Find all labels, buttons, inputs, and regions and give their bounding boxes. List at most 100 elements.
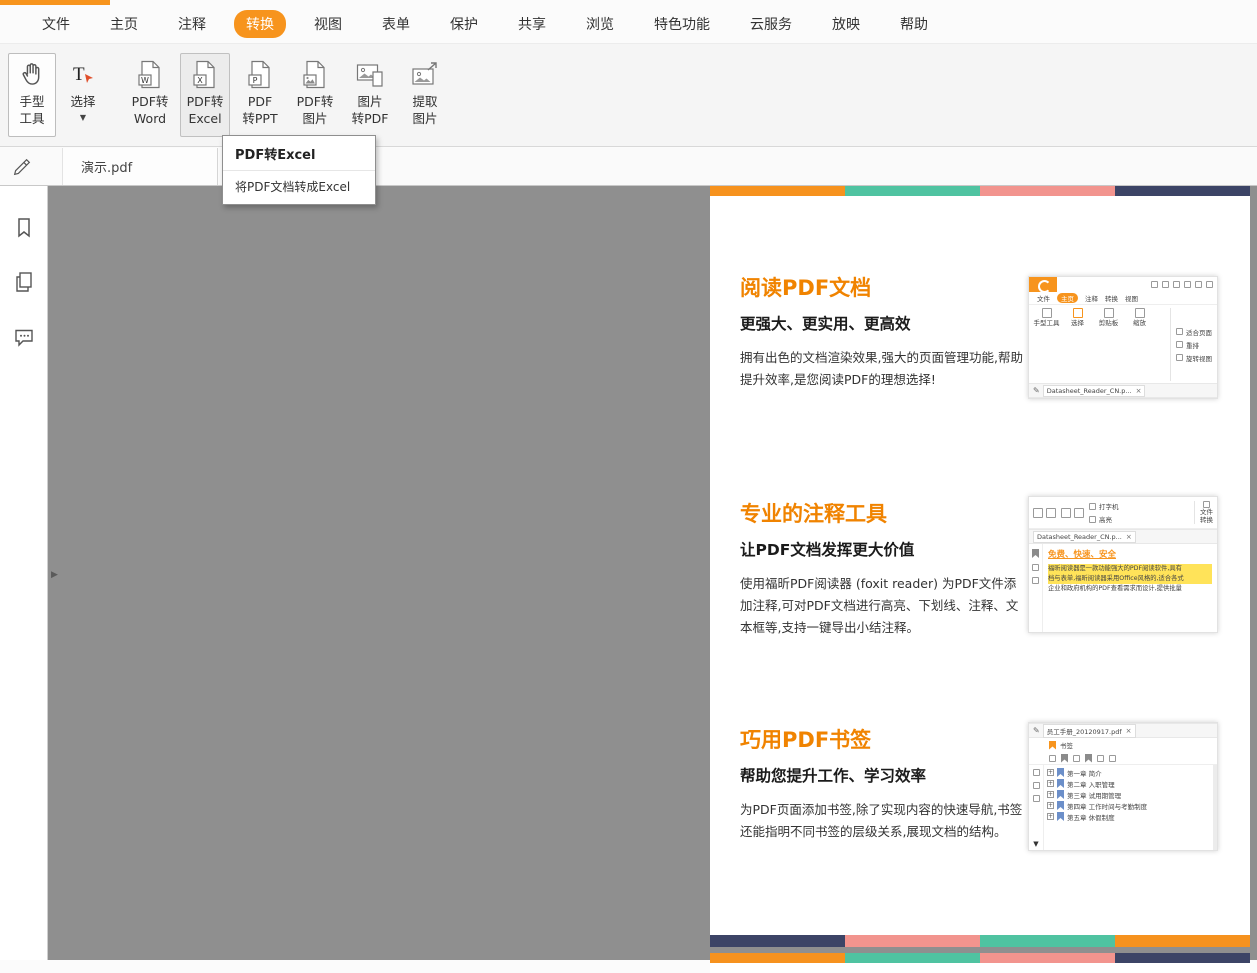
image-to-pdf-button[interactable]: 图片 转PDF — [345, 53, 395, 137]
pdf-to-word-button[interactable]: W PDF转 Word — [125, 53, 175, 137]
svg-text:T: T — [73, 64, 85, 85]
section-heading: 阅读PDF文档 — [740, 274, 1025, 303]
menu-tab-protect[interactable]: 保护 — [438, 10, 490, 38]
hand-icon — [19, 58, 46, 91]
mini-menu-item-active: 主页 — [1057, 293, 1078, 303]
menu-tab-form[interactable]: 表单 — [370, 10, 422, 38]
page-thumbnails-panel-icon[interactable] — [12, 270, 36, 294]
mini-menu-item: 视图 — [1125, 293, 1138, 303]
mini-bookmark-item: 第五章 休假制度 — [1047, 811, 1213, 822]
bookmark-panel-icon[interactable] — [12, 216, 36, 240]
mini-document-tab: Datasheet_Reader_CN.p... × — [1033, 531, 1136, 543]
document-tab-bar: 演示.pdf — [0, 148, 1257, 186]
mini-bookmark-icon — [1049, 741, 1056, 750]
image-to-pdf-label-1: 图片 — [357, 93, 382, 110]
convert-ribbon-toolbar: 手型 工具 T 选择 ▼ W PDF转 Word X PDF转 Excel P … — [0, 43, 1257, 147]
screenshot-bookmark-ui: 员工手册_20120917.pdf × 书签 — [1028, 722, 1218, 851]
svg-text:X: X — [197, 76, 203, 85]
mini-bookmark-item: 第三章 试用期管理 — [1047, 789, 1213, 800]
page-top-stripe — [710, 186, 1250, 196]
document-tab[interactable]: 演示.pdf — [62, 148, 218, 185]
section-body: 拥有出色的文档渲染效果,强大的页面管理功能,帮助提升效率,是您阅读PDF的理想选… — [740, 347, 1025, 391]
pencil-icon[interactable] — [11, 156, 33, 178]
section-annotation-tools: 专业的注释工具 让PDF文档发挥更大价值 使用福昕PDF阅读器 (foxit r… — [740, 500, 1025, 639]
section-subheading: 让PDF文档发挥更大价值 — [740, 540, 1025, 561]
page-top-stripe — [710, 953, 1250, 963]
mini-convert-tool: 文件 转换 — [1194, 501, 1213, 524]
mini-scroll-down-icon — [1033, 840, 1038, 848]
pdf-page-next — [710, 953, 1250, 973]
pdf-to-excel-label-1: PDF转 — [187, 93, 224, 110]
pdf-to-image-label-1: PDF转 — [297, 93, 334, 110]
tooltip-title: PDF转Excel — [223, 136, 375, 170]
mini-tab-row: Datasheet_Reader_CN.p... × — [1029, 383, 1217, 398]
mini-toolbar: 打字机 高亮 文件 转换 — [1029, 497, 1217, 529]
mini-bookmark-toolbar — [1029, 752, 1217, 765]
menu-tab-browse[interactable]: 浏览 — [574, 10, 626, 38]
pdf-to-excel-icon: X — [192, 58, 218, 91]
pdf-to-word-label-2: Word — [134, 110, 166, 127]
toolbar-group-spacer — [110, 53, 120, 63]
comments-panel-icon[interactable] — [12, 325, 36, 349]
pdf-to-ppt-label-1: PDF — [248, 93, 272, 110]
pdf-to-ppt-button[interactable]: P PDF 转PPT — [235, 53, 285, 137]
section-read-pdf: 阅读PDF文档 更强大、更实用、更高效 拥有出色的文档渲染效果,强大的页面管理功… — [740, 274, 1025, 391]
menu-tab-convert[interactable]: 转换 — [234, 10, 286, 38]
pdf-to-image-icon — [302, 58, 328, 91]
mini-toolbar: 手型工具 选择 剪贴板 缩放 适合页面 重排 旋转视图 — [1029, 305, 1217, 383]
mini-bookmark-list: 第一章 简介 第二章 入职管理 第三章 试用期管理 第四章 工作时间与考勤制度 … — [1044, 765, 1217, 850]
main-area: 阅读PDF文档 更强大、更实用、更高效 拥有出色的文档渲染效果,强大的页面管理功… — [0, 186, 1257, 960]
pdf-to-excel-tooltip: PDF转Excel 将PDF文档转成Excel — [222, 135, 376, 205]
panel-expand-handle-icon[interactable] — [49, 566, 60, 584]
pdf-to-word-label-1: PDF转 — [132, 93, 169, 110]
mini-menu-item: 文件 — [1037, 293, 1050, 303]
extract-image-label-2: 图片 — [412, 110, 437, 127]
mini-bookmark-item: 第二章 入职管理 — [1047, 778, 1213, 789]
svg-text:P: P — [253, 76, 258, 85]
extract-image-button[interactable]: 提取 图片 — [400, 53, 450, 137]
menu-tab-help[interactable]: 帮助 — [888, 10, 940, 38]
pdf-to-image-label-2: 图片 — [302, 110, 327, 127]
menu-tab-present[interactable]: 放映 — [820, 10, 872, 38]
hand-tool-button[interactable]: 手型 工具 — [8, 53, 56, 137]
menu-tab-cloud[interactable]: 云服务 — [738, 10, 804, 38]
mini-menu-item: 转换 — [1105, 293, 1118, 303]
select-tool-button[interactable]: T 选择 ▼ — [61, 53, 105, 137]
pdf-to-image-button[interactable]: PDF转 图片 — [290, 53, 340, 137]
menu-tab-file[interactable]: 文件 — [30, 10, 82, 38]
mini-pencil-icon — [1033, 386, 1040, 395]
mini-bookmark-panel-header: 书签 — [1029, 738, 1217, 752]
screenshot-annotation-ui: 打字机 高亮 文件 转换 Datasheet_Reader_CN.p... × — [1028, 496, 1218, 633]
svg-text:W: W — [141, 76, 149, 85]
mini-tab-row: Datasheet_Reader_CN.p... × — [1029, 529, 1217, 544]
menu-tab-features[interactable]: 特色功能 — [642, 10, 722, 38]
mini-menu-item: 注释 — [1085, 293, 1098, 303]
select-tool-label: 选择 — [70, 93, 95, 110]
select-dropdown-caret-icon[interactable]: ▼ — [80, 113, 86, 122]
menu-tab-comment[interactable]: 注释 — [166, 10, 218, 38]
mini-titlebar — [1029, 277, 1217, 292]
mini-tool: 缩放 — [1126, 308, 1153, 381]
screenshot-reader-ui: 文件 主页 注释 转换 视图 手型工具 选择 剪贴板 缩放 适合页面 重排 旋转… — [1028, 276, 1218, 399]
menu-tab-view[interactable]: 视图 — [302, 10, 354, 38]
extract-image-label-1: 提取 — [412, 93, 437, 110]
menu-tab-home[interactable]: 主页 — [98, 10, 150, 38]
mini-tool: 选择 — [1064, 308, 1091, 381]
section-body: 使用福昕PDF阅读器 (foxit reader) 为PDF文件添加注释,可对P… — [740, 573, 1025, 639]
mini-document-body: 免费、快速、安全 福昕阅读器是一款功能强大的PDF阅读软件,具有 档与表单,福昕… — [1029, 544, 1217, 632]
mini-panel-title: 书签 — [1060, 740, 1073, 750]
mini-window-icons — [1151, 281, 1213, 288]
tooltip-description: 将PDF文档转成Excel — [223, 170, 375, 204]
mini-annotation-tools: 打字机 高亮 — [1089, 501, 1119, 524]
image-to-pdf-icon — [356, 58, 384, 91]
menu-tab-share[interactable]: 共享 — [506, 10, 558, 38]
hand-tool-label-2: 工具 — [19, 110, 44, 127]
hand-tool-label-1: 手型 — [19, 93, 44, 110]
pdf-to-excel-label-2: Excel — [188, 110, 221, 127]
mini-bookmark-item: 第一章 简介 — [1047, 767, 1213, 778]
mini-sidebar — [1029, 544, 1043, 632]
pdf-to-excel-button[interactable]: X PDF转 Excel — [180, 53, 230, 137]
document-tab-title: 演示.pdf — [81, 157, 132, 176]
pdf-page: 阅读PDF文档 更强大、更实用、更高效 拥有出色的文档渲染效果,强大的页面管理功… — [710, 186, 1250, 947]
select-text-icon: T — [70, 58, 96, 91]
